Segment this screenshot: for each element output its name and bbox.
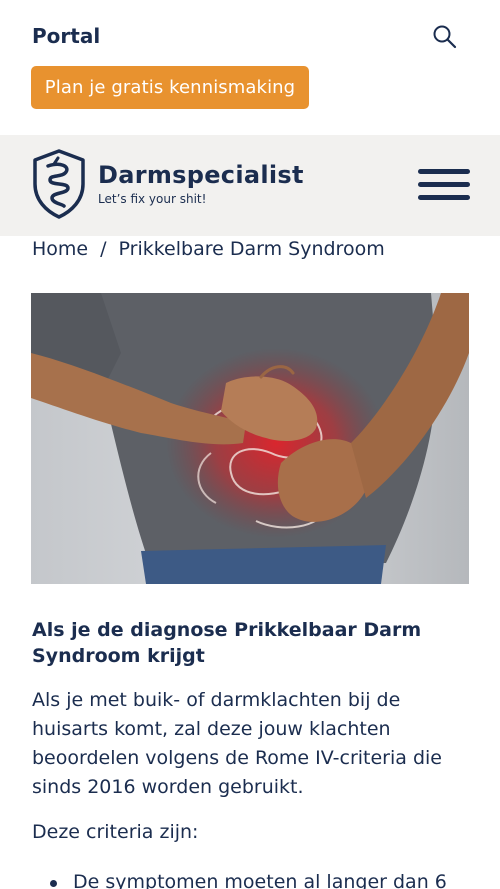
hero-image — [31, 293, 469, 584]
brand-name[interactable]: Darmspecialist — [98, 161, 304, 189]
portal-link[interactable]: Portal — [32, 24, 100, 48]
article-paragraph-2: Deze criteria zijn: — [32, 821, 199, 843]
book-intro-button[interactable]: Plan je gratis kennismaking — [31, 66, 309, 109]
search-icon[interactable] — [430, 22, 460, 52]
list-item: De symptomen moeten al langer dan 6 — [50, 871, 447, 889]
brand-tagline: Let’s fix your shit! — [98, 192, 207, 206]
list-item-text: De symptomen moeten al langer dan 6 — [73, 871, 447, 889]
breadcrumb: Home / Prikkelbare Darm Syndroom — [32, 238, 385, 260]
top-bar: Portal Plan je gratis kennismaking — [0, 0, 500, 134]
breadcrumb-current: Prikkelbare Darm Syndroom — [118, 238, 385, 260]
breadcrumb-separator: / — [100, 238, 107, 260]
hamburger-menu-icon[interactable] — [418, 169, 470, 201]
intestine-shield-icon[interactable] — [30, 148, 88, 220]
article-paragraph-1: Als je met buik- of darmklachten bij de … — [32, 689, 442, 798]
breadcrumb-home-link[interactable]: Home — [32, 238, 88, 260]
article-heading: Als je de diagnose Prikkelbaar Darm Synd… — [32, 619, 422, 667]
brand-bar: Darmspecialist Let’s fix your shit! — [0, 135, 500, 236]
